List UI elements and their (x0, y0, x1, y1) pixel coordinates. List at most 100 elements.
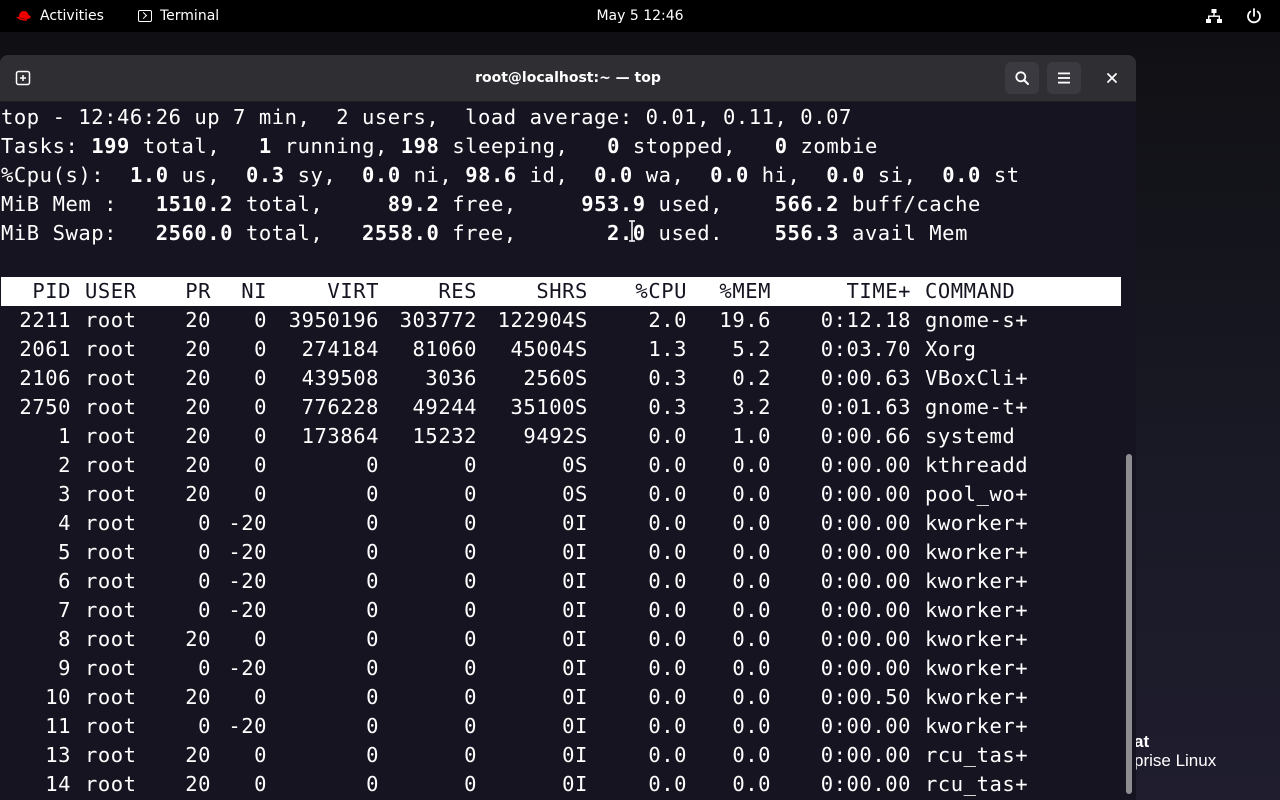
process-row: 2 root 20 0 0 0 0 S 0.0 0.0 0:00.00 kthreadd (1, 451, 1121, 480)
process-cell-cpu: 0.0 (648, 424, 687, 448)
cpu-si: 0.0 (826, 163, 865, 187)
process-cell-virt: 0 (366, 743, 379, 767)
process-cell-time: 0:00.00 (820, 714, 911, 738)
close-button[interactable] (1096, 62, 1128, 94)
brand-line-2: prise Linux (1134, 751, 1217, 770)
process-cell-virt: 776228 (301, 395, 379, 419)
process-row: 6 root 0 -20 0 0 0 I 0.0 0.0 0:00.00 kworker+ (1, 567, 1121, 596)
process-cell-time: 0:00.00 (820, 743, 911, 767)
process-cell-user: root (85, 453, 137, 477)
cpu-hi: 0.0 (710, 163, 749, 187)
process-cell-ni: 0 (254, 366, 267, 390)
process-cell-pr: 20 (185, 453, 211, 477)
tasks-zombie: 0 (774, 134, 788, 158)
process-cell-user: root (85, 511, 137, 535)
process-cell-s: I (575, 743, 588, 767)
cpu-us: 1.0 (129, 163, 169, 187)
process-cell-s: S (575, 482, 588, 506)
terminal-scrollbar[interactable] (1121, 102, 1136, 800)
process-cell-mem: 0.0 (732, 714, 771, 738)
process-cell-pid: 11 (45, 714, 71, 738)
process-cell-time: 0:00.00 (820, 656, 911, 680)
process-cell-user: root (85, 366, 137, 390)
network-icon[interactable] (1206, 8, 1222, 24)
process-cell-shr: 0 (562, 743, 575, 767)
tasks-zombie-label: zombie (800, 134, 878, 158)
process-cell-mem: 0.0 (732, 656, 771, 680)
col-header-s: S (575, 279, 588, 303)
process-cell-cpu: 0.3 (648, 366, 687, 390)
process-cell-pr: 0 (198, 656, 211, 680)
process-cell-time: 0:00.00 (820, 482, 911, 506)
tasks-stopped: 0 (607, 134, 620, 158)
terminal-output[interactable]: top - 12:46:26 up 7 min, 2 users, load a… (0, 102, 1121, 800)
process-cell-time: 0:00.66 (820, 424, 911, 448)
process-row: 11 root 0 -20 0 0 0 I 0.0 0.0 0:00.00 kworker+ (1, 712, 1121, 741)
power-icon[interactable] (1246, 8, 1262, 24)
process-cell-command: kworker+ (925, 627, 1029, 651)
process-cell-s: I (575, 627, 588, 651)
window-titlebar[interactable]: root@localhost:~ — top (0, 55, 1136, 102)
process-cell-time: 0:03.70 (820, 337, 911, 361)
process-cell-command: rcu_tas+ (925, 743, 1029, 767)
process-cell-res: 0 (464, 685, 477, 709)
process-cell-pr: 20 (185, 366, 211, 390)
process-cell-s: I (575, 511, 588, 535)
process-cell-ni: 0 (254, 395, 267, 419)
process-cell-cpu: 0.0 (648, 511, 687, 535)
menu-button[interactable] (1047, 62, 1081, 94)
process-cell-s: I (575, 685, 588, 709)
clock-button[interactable]: May 5 12:46 (596, 0, 683, 32)
process-cell-time: 0:12.18 (820, 308, 911, 332)
process-row: 4 root 0 -20 0 0 0 I 0.0 0.0 0:00.00 kworker+ (1, 509, 1121, 538)
process-cell-shr: 0 (562, 511, 575, 535)
process-row: 1 root 20 0 173864 15232 9492 S 0.0 1.0 0:00.66 sys… (1, 422, 1121, 451)
process-cell-cpu: 0.0 (648, 772, 687, 796)
process-cell-mem: 0.0 (732, 598, 771, 622)
process-row: 2106 root 20 0 439508 3036 2560 S 0.3 0.2 0:00.63 V… (1, 364, 1121, 393)
mem-label: MiB Mem : (1, 192, 118, 216)
col-header-ni: NI (241, 279, 267, 303)
process-cell-command: rcu_tas+ (925, 772, 1029, 796)
col-header-time: TIME+ (846, 279, 911, 303)
process-cell-command: systemd (925, 424, 1016, 448)
process-cell-command: kthreadd (925, 453, 1029, 477)
process-cell-command: kworker+ (925, 598, 1029, 622)
process-cell-pid: 4 (58, 511, 71, 535)
process-cell-cpu: 0.0 (648, 627, 687, 651)
mem-buff: 566.2 (774, 192, 840, 216)
process-cell-ni: 0 (254, 424, 267, 448)
process-cell-shr: 0 (562, 656, 575, 680)
process-cell-user: root (85, 482, 137, 506)
tasks-total: 199 (91, 134, 130, 158)
process-cell-ni: -20 (228, 569, 267, 593)
process-cell-s: S (575, 424, 588, 448)
process-cell-time: 0:00.00 (820, 598, 911, 622)
process-cell-user: root (85, 569, 137, 593)
process-cell-mem: 0.0 (732, 743, 771, 767)
scrollbar-thumb[interactable] (1126, 454, 1132, 794)
process-cell-res: 0 (464, 772, 477, 796)
process-cell-virt: 0 (366, 714, 379, 738)
process-cell-user: root (85, 424, 137, 448)
process-table-header: PID USER PR NI VIRT RES SHR S %CPU %MEM TIME+ COMMA… (1, 277, 1121, 306)
process-cell-pid: 2061 (19, 337, 71, 361)
swap-line: MiB Swap: 2560.0 total, 2558.0 free, 2.0… (1, 221, 968, 245)
process-cell-res: 15232 (412, 424, 477, 448)
process-cell-time: 0:00.00 (820, 540, 911, 564)
process-cell-ni: 0 (254, 627, 267, 651)
mem-free: 89.2 (387, 192, 440, 216)
process-cell-res: 3036 (425, 366, 477, 390)
process-cell-s: S (575, 395, 588, 419)
col-header-mem: %MEM (719, 279, 771, 303)
process-cell-pid: 2106 (19, 366, 71, 390)
tasks-line: Tasks: 199 total, 1 running, 198 sleepin… (1, 132, 878, 161)
process-cell-res: 303772 (399, 308, 477, 332)
process-cell-res: 49244 (412, 395, 477, 419)
process-cell-ni: 0 (254, 685, 267, 709)
search-button[interactable] (1005, 62, 1039, 94)
process-cell-s: I (575, 772, 588, 796)
process-cell-pr: 0 (198, 540, 211, 564)
process-cell-cpu: 0.0 (648, 482, 687, 506)
tasks-running: 1 (258, 134, 272, 158)
